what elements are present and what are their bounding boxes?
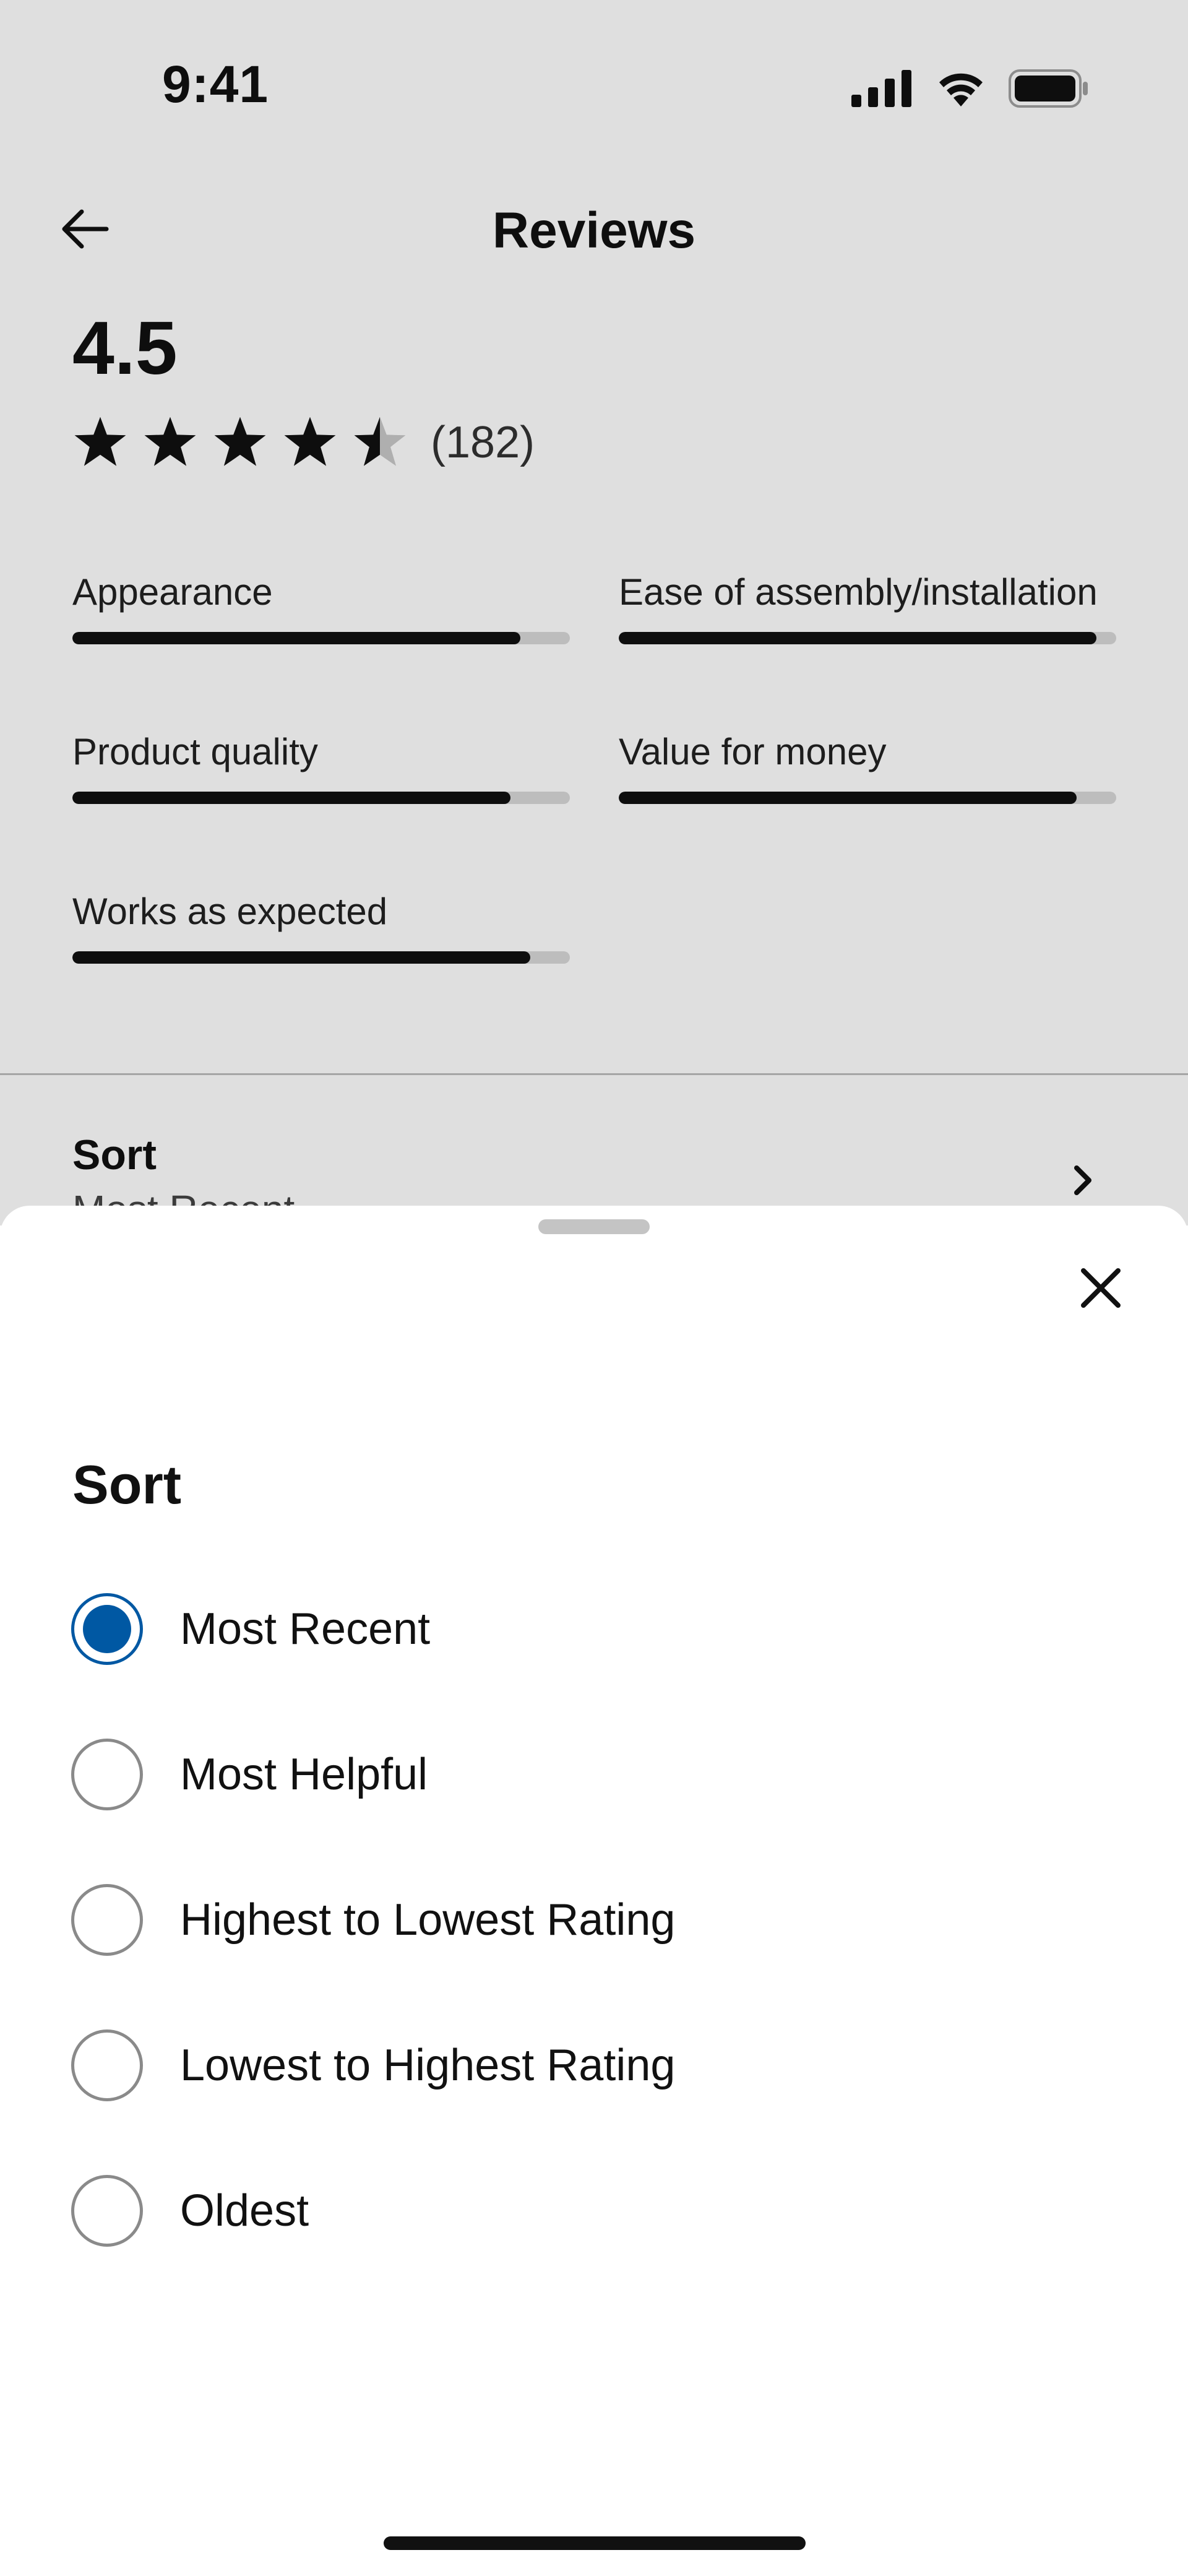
option-label: Lowest to Highest Rating <box>180 2040 676 2090</box>
sort-options: Most Recent Most Helpful Highest to Lowe… <box>71 1593 1123 2283</box>
option-label: Most Recent <box>180 1604 431 1654</box>
radio-button[interactable] <box>71 1883 143 1956</box>
radio-button[interactable] <box>71 1593 143 1665</box>
close-button[interactable] <box>1067 1254 1135 1322</box>
home-indicator <box>384 2536 806 2550</box>
sheet-grabber[interactable] <box>538 1219 650 1234</box>
sort-option-highest-to-lowest[interactable]: Highest to Lowest Rating <box>71 1847 1123 1992</box>
sort-bottom-sheet: Sort Most Recent Most Helpful Highest to… <box>0 1206 1188 2576</box>
radio-button[interactable] <box>71 1738 143 1810</box>
radio-button[interactable] <box>71 2029 143 2101</box>
option-label: Most Helpful <box>180 1749 428 1799</box>
sort-option-most-recent[interactable]: Most Recent <box>71 1556 1123 1701</box>
sheet-title: Sort <box>72 1454 181 1515</box>
radio-selected-dot <box>83 1604 131 1653</box>
sort-option-most-helpful[interactable]: Most Helpful <box>71 1701 1123 1847</box>
close-icon <box>1081 1268 1121 1308</box>
screen: 9:41 Reviews 4.5 (182) Appearance Ease o… <box>0 0 1188 2576</box>
option-label: Oldest <box>180 2185 309 2236</box>
radio-button[interactable] <box>71 2174 143 2247</box>
sort-option-lowest-to-highest[interactable]: Lowest to Highest Rating <box>71 1992 1123 2138</box>
option-label: Highest to Lowest Rating <box>180 1895 676 1945</box>
sort-option-oldest[interactable]: Oldest <box>71 2138 1123 2283</box>
modal-scrim[interactable] <box>0 0 1188 1225</box>
